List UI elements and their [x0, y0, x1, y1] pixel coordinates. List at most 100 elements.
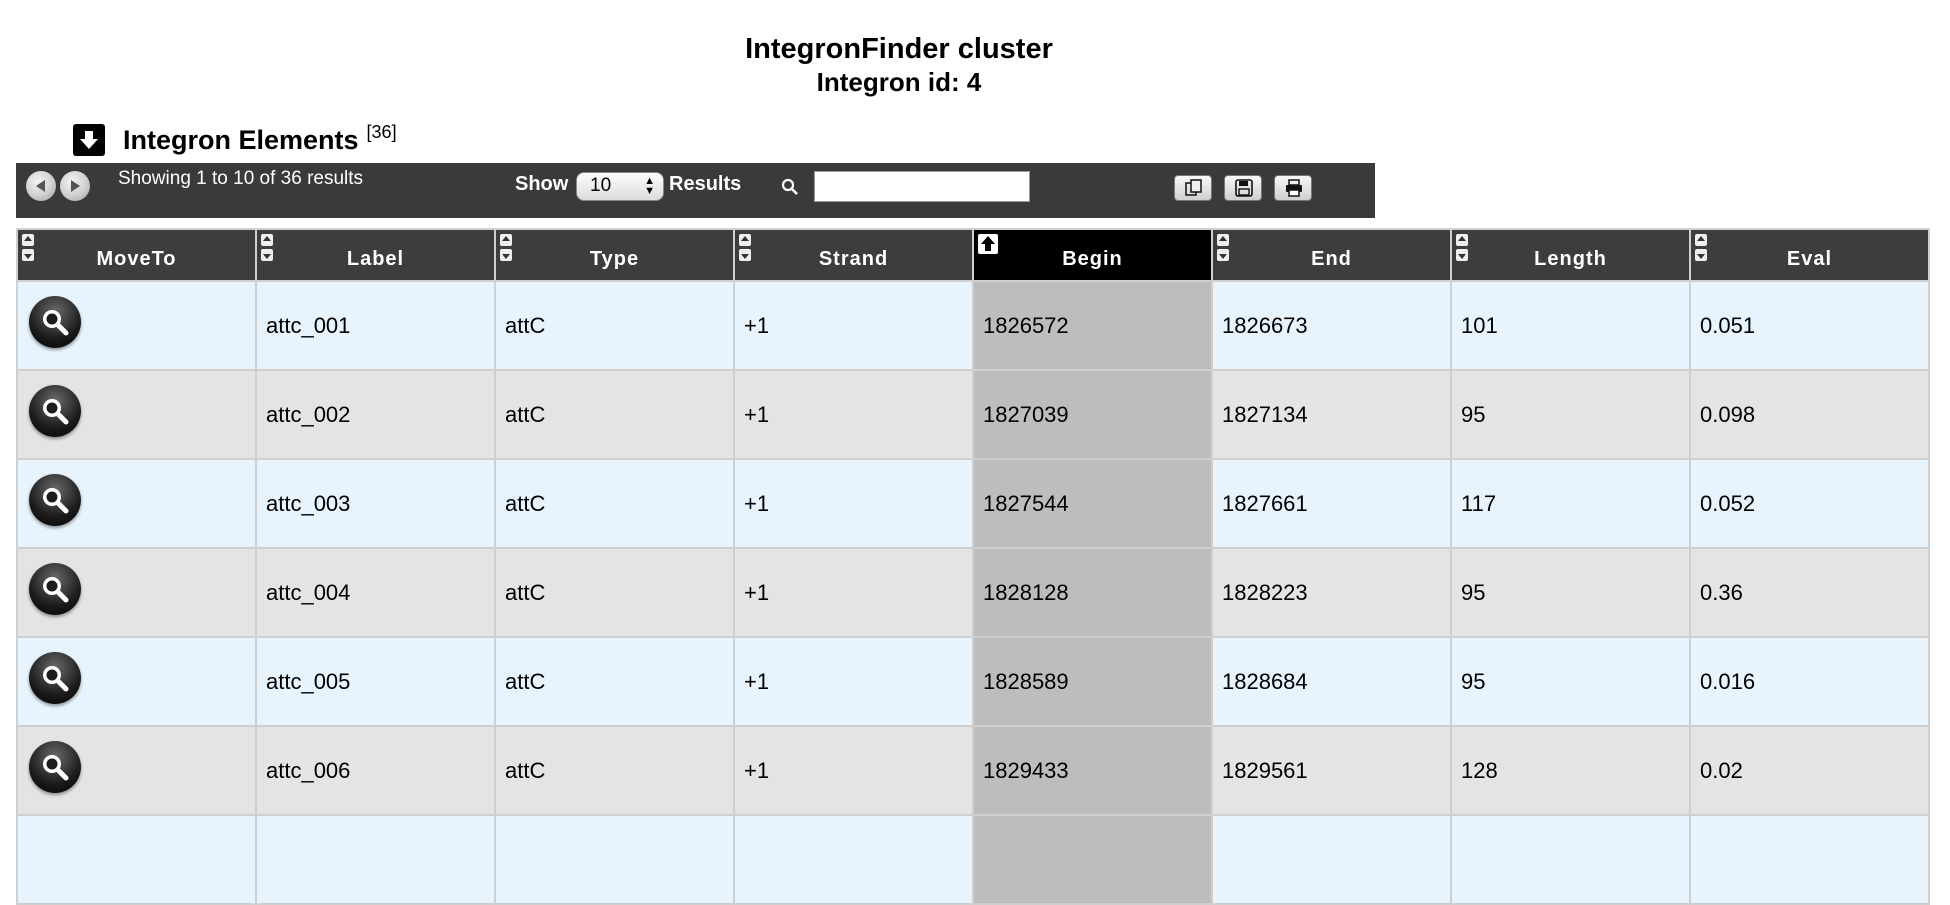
select-arrows-icon: ▲ ▼ — [644, 175, 655, 197]
table-row: attc_004 attC +1 1828128 1828223 95 0.36 — [16, 547, 1930, 638]
eval-cell: 0.02 — [1689, 725, 1930, 816]
next-page-button[interactable] — [60, 171, 90, 201]
magnifier-icon — [43, 398, 69, 424]
eval-cell: 0.016 — [1689, 636, 1930, 727]
table-header-row: MoveTo Label Type Strand Begin End Lengt… — [16, 228, 1930, 282]
moveto-cell — [16, 369, 257, 460]
move-to-button[interactable] — [29, 384, 81, 437]
sort-both-icon — [22, 234, 34, 261]
table-row-partial — [16, 814, 1930, 905]
move-to-button[interactable] — [29, 740, 81, 793]
sort-both-icon — [1695, 234, 1707, 261]
magnifier-icon — [43, 487, 69, 513]
sort-both-icon — [261, 234, 273, 261]
show-label: Show — [515, 173, 569, 195]
arrow-down-icon — [80, 131, 98, 149]
sort-both-icon — [500, 234, 512, 261]
label-cell: attc_004 — [255, 547, 496, 638]
length-cell — [1450, 814, 1691, 905]
strand-cell: +1 — [733, 369, 974, 460]
move-to-button[interactable] — [29, 651, 81, 704]
moveto-cell — [16, 725, 257, 816]
label-cell: attc_005 — [255, 636, 496, 727]
column-header-length[interactable]: Length — [1450, 228, 1691, 282]
begin-cell: 1827544 — [972, 458, 1213, 549]
section-count: [36] — [366, 121, 397, 142]
eval-cell: 0.098 — [1689, 369, 1930, 460]
elements-table: MoveTo Label Type Strand Begin End Lengt… — [16, 228, 1930, 905]
move-to-button[interactable] — [29, 295, 81, 348]
strand-cell: +1 — [733, 636, 974, 727]
eval-cell: 0.051 — [1689, 280, 1930, 371]
section-title: Integron Elements — [123, 124, 359, 155]
section-header: Integron Elements [36] — [73, 122, 397, 158]
column-header-strand[interactable]: Strand — [733, 228, 974, 282]
moveto-cell — [16, 280, 257, 371]
type-cell — [494, 814, 735, 905]
save-button[interactable] — [1224, 175, 1262, 201]
strand-cell: +1 — [733, 280, 974, 371]
eval-cell — [1689, 814, 1930, 905]
column-header-type[interactable]: Type — [494, 228, 735, 282]
magnifier-icon — [43, 665, 69, 691]
length-cell: 101 — [1450, 280, 1691, 371]
sort-both-icon — [739, 234, 751, 261]
move-to-button[interactable] — [29, 562, 81, 615]
copy-icon — [1185, 179, 1202, 196]
column-header-moveto[interactable]: MoveTo — [16, 228, 257, 282]
magnifier-icon — [43, 754, 69, 780]
begin-cell: 1828589 — [972, 636, 1213, 727]
sort-both-icon — [1217, 234, 1229, 261]
moveto-cell — [16, 814, 257, 905]
page-header: IntegronFinder cluster Integron id: 4 — [0, 32, 1950, 98]
search-icon — [781, 178, 798, 195]
length-cell: 95 — [1450, 547, 1691, 638]
column-header-end[interactable]: End — [1211, 228, 1452, 282]
label-cell: attc_003 — [255, 458, 496, 549]
moveto-cell — [16, 547, 257, 638]
table-row: attc_002 attC +1 1827039 1827134 95 0.09… — [16, 369, 1930, 460]
type-cell: attC — [494, 458, 735, 549]
moveto-cell — [16, 636, 257, 727]
type-cell: attC — [494, 636, 735, 727]
move-to-button[interactable] — [29, 473, 81, 526]
previous-page-button[interactable] — [26, 171, 56, 201]
column-header-eval[interactable]: Eval — [1689, 228, 1930, 282]
sort-ascending-icon — [978, 234, 998, 254]
begin-cell — [972, 814, 1213, 905]
print-button[interactable] — [1274, 175, 1312, 201]
column-header-label[interactable]: Label — [255, 228, 496, 282]
label-cell: attc_006 — [255, 725, 496, 816]
length-cell: 117 — [1450, 458, 1691, 549]
length-cell: 95 — [1450, 369, 1691, 460]
copy-button[interactable] — [1174, 175, 1212, 201]
label-cell: attc_001 — [255, 280, 496, 371]
table-row: attc_006 attC +1 1829433 1829561 128 0.0… — [16, 725, 1930, 816]
search-input[interactable] — [814, 171, 1030, 202]
strand-cell: +1 — [733, 547, 974, 638]
eval-cell: 0.052 — [1689, 458, 1930, 549]
moveto-cell — [16, 458, 257, 549]
strand-cell — [733, 814, 974, 905]
end-cell: 1826673 — [1211, 280, 1452, 371]
page-size-select[interactable]: 10 ▲ ▼ — [576, 172, 664, 201]
column-header-begin[interactable]: Begin — [972, 228, 1213, 282]
page-subtitle: Integron id: 4 — [816, 67, 982, 97]
label-cell — [255, 814, 496, 905]
table-row: attc_001 attC +1 1826572 1826673 101 0.0… — [16, 280, 1930, 371]
end-cell: 1828223 — [1211, 547, 1452, 638]
magnifier-icon — [43, 309, 69, 335]
length-cell: 128 — [1450, 725, 1691, 816]
table-row: attc_003 attC +1 1827544 1827661 117 0.0… — [16, 458, 1930, 549]
end-cell: 1827661 — [1211, 458, 1452, 549]
magnifier-icon — [43, 576, 69, 602]
section-toggle-button[interactable] — [73, 124, 105, 156]
results-label: Results — [669, 173, 742, 195]
table-row: attc_005 attC +1 1828589 1828684 95 0.01… — [16, 636, 1930, 727]
triangle-left-icon — [36, 180, 45, 192]
sort-both-icon — [1456, 234, 1468, 261]
end-cell: 1828684 — [1211, 636, 1452, 727]
save-icon — [1235, 179, 1253, 197]
triangle-right-icon — [71, 180, 80, 192]
begin-cell: 1826572 — [972, 280, 1213, 371]
